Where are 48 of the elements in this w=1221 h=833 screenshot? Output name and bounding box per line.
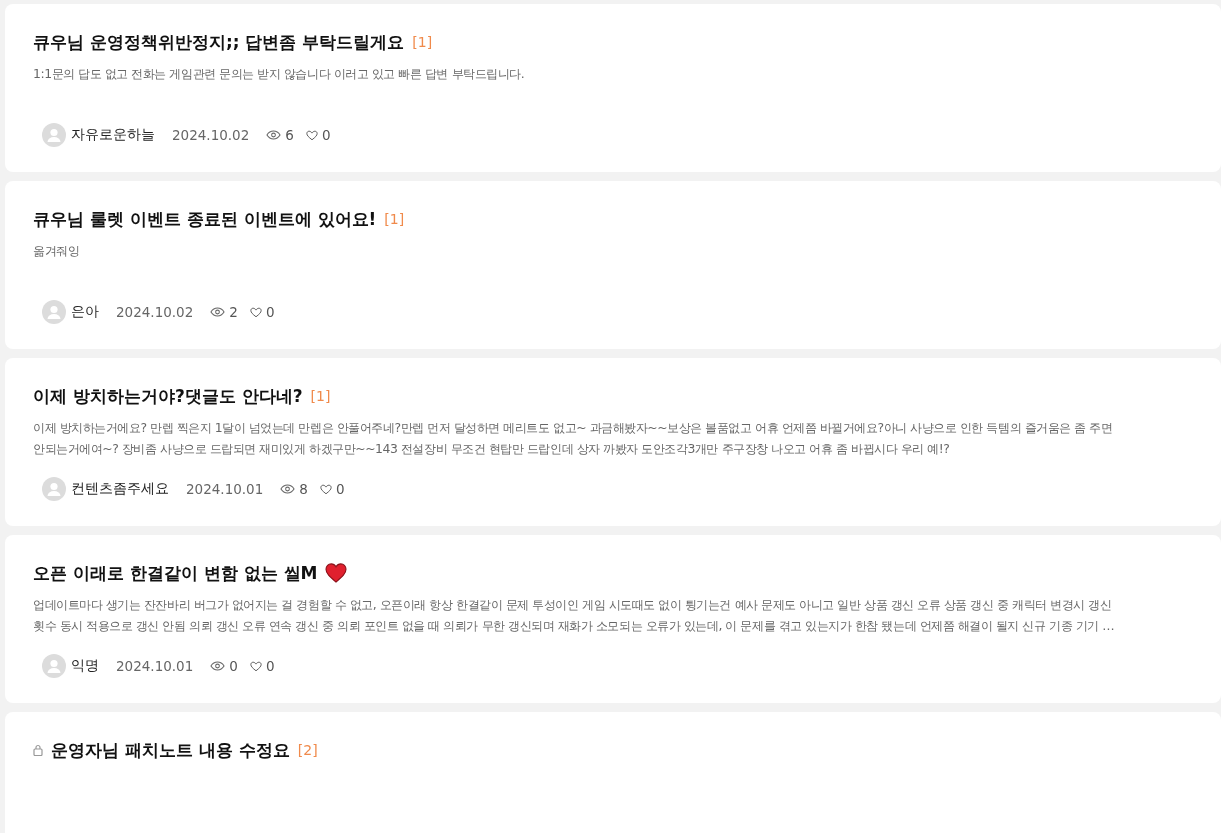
post-excerpt-line: 옮겨줘잉: [33, 242, 80, 260]
post-title[interactable]: 운영자님 패치노트 내용 수정요: [51, 738, 290, 762]
eye-icon: [210, 307, 226, 317]
post-date: 2024.10.02: [172, 127, 250, 143]
comment-count: [2]: [297, 742, 318, 758]
author-name[interactable]: 은아: [71, 303, 99, 321]
avatar-icon: [42, 477, 66, 501]
view-count: 2: [229, 304, 238, 320]
avatar-icon: [42, 654, 66, 678]
like-count: 0: [321, 127, 331, 143]
heart-icon: [249, 306, 262, 318]
post-title[interactable]: 큐우님 룰렛 이벤트 종료된 이벤트에 있어요!: [33, 207, 377, 231]
post-date: 2024.10.02: [116, 304, 194, 320]
author-name[interactable]: 자유로운하늘: [71, 126, 155, 144]
post-excerpt-line: 이제 방치하는거에요? 만렙 찍은지 1달이 넘었는데 만렙은 안풀어주네?만렙 먼저 달성하면 메리트도 없고~ 과금해봤자~~보상은 볼품없고 어휴 언제쯤 바뀔거에요?아니 사냥으로 인한 득템의 즐거움은 좀 주면: [33, 419, 1113, 437]
post-card[interactable]: [5, 358, 1221, 526]
eye-icon: [266, 130, 282, 140]
like-count: 0: [335, 481, 345, 497]
like-count: 0: [265, 304, 275, 320]
post-excerpt-line: 횟수 동시 적용으로 갱신 안됨 의뢰 갱신 오류 연속 갱신 중 의뢰 포인트 없을 때 의뢰가 무한 갱신되며 재화가 소모되는 오류가 있는데, 이 문제를 겪고 있는지가 한참 됐는데 언제쯤 해결이 될지 신규 기종 기기 …: [33, 617, 1115, 635]
author-name[interactable]: 익명: [71, 657, 99, 675]
eye-icon: [210, 661, 226, 671]
post-card[interactable]: 큐우님 룰렛 이벤트 종료된 이벤트에 있어요! [1] 옮겨줘잉 은아 2024.10.02 2 0: [5, 181, 1221, 349]
eye-icon: [280, 484, 296, 494]
like-count: 0: [265, 658, 275, 674]
post-excerpt-line: 안되는거에여~? 장비좀 사냥으로 드랍되면 재미있게 하겠구만~~143 전설장비 무조건 현탑만 드랍인데 상자 까봤자 도안조각3개만 주구장창 나오고 어휴 좀 바뀝시다 우리 예!?: [33, 440, 950, 458]
post-card[interactable]: [5, 535, 1221, 703]
heart-icon: [319, 483, 332, 495]
post-title[interactable]: 오픈 이래로 한결같이 변함 없는 씰M: [33, 561, 318, 585]
post-title[interactable]: 이제 방치하는거야?댓글도 안다네?: [33, 384, 303, 408]
view-count: 6: [285, 127, 294, 143]
comment-count: [1]: [412, 34, 433, 50]
post-excerpt-line: 업데이트마다 생기는 잔잔바리 버그가 없어지는 걸 경험할 수 없고, 오픈이래 항상 한결같이 문제 투성이인 게임 시도때도 없이 튕기는건 예사 문제도 아니고 일반 상품 갱신 오류 상품 갱신 중 캐릭터 변경시 갱신: [33, 596, 1112, 614]
post-excerpt-line: 1:1문의 답도 없고 전화는 게임관련 문의는 받지 않습니다 이러고 있고 빠른 답변 부탁드립니다.: [33, 65, 525, 83]
post-card[interactable]: 큐우님 운영정책위반정지;; 답변좀 부탁드릴게요 [1] 1:1문의 답도 없고 전화는 게임관련 문의는 받지 않습니다 이러고 있고 빠른 답변 부탁드립니다. 자유로운하늘 2024.10.02 6 0: [5, 4, 1221, 172]
post-date: 2024.10.01: [186, 481, 264, 497]
avatar-icon: [42, 123, 66, 147]
heart-icon: [249, 660, 262, 672]
view-count: 8: [299, 481, 308, 497]
heart-icon: [305, 129, 318, 141]
comment-count: [1]: [310, 388, 331, 404]
post-date: 2024.10.01: [116, 658, 194, 674]
post-title[interactable]: 큐우님 운영정책위반정지;; 답변좀 부탁드릴게요: [33, 30, 405, 54]
post-card[interactable]: 운영자님 패치노트 내용 수정요 [2]: [5, 712, 1221, 833]
author-name[interactable]: 컨텐츠좀주세요: [71, 480, 169, 498]
comment-count: [1]: [384, 211, 405, 227]
avatar-icon: [42, 300, 66, 324]
view-count: 0: [229, 658, 238, 674]
